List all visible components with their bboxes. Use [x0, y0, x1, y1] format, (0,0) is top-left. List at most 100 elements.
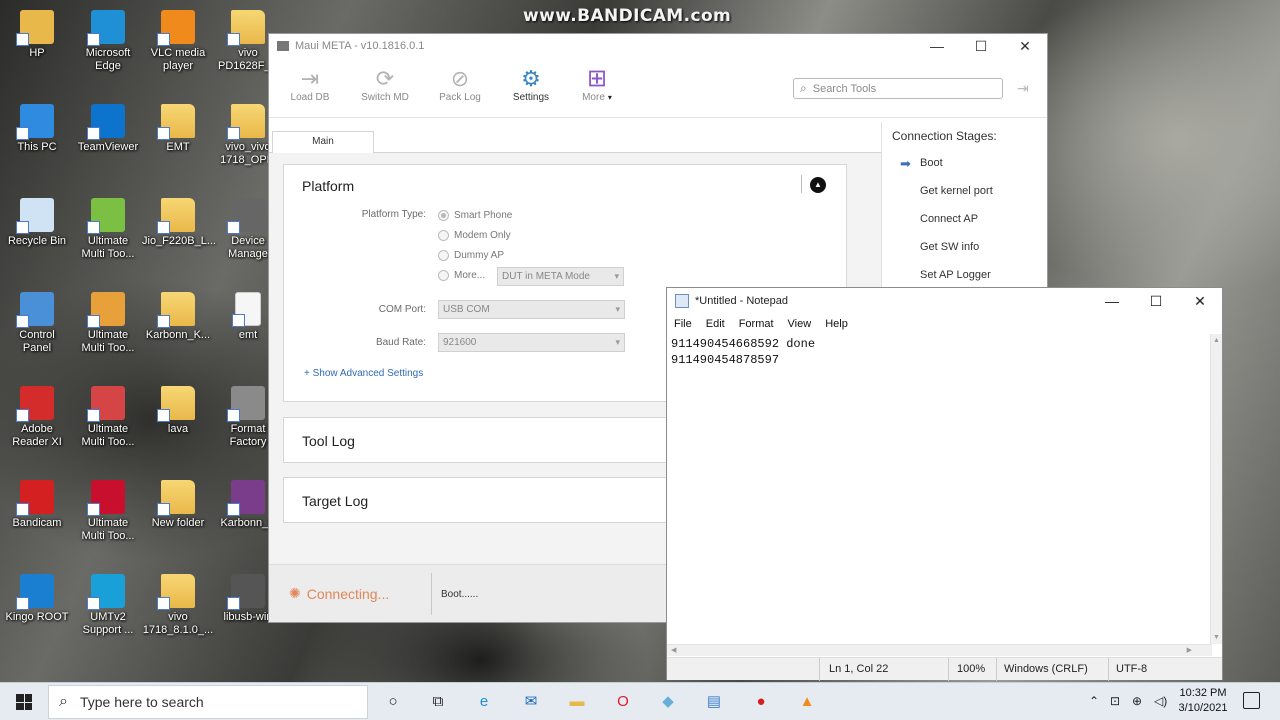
- maximize-icon[interactable]: ☐: [1134, 288, 1178, 314]
- bandicam-taskbar-icon[interactable]: ●: [751, 692, 771, 712]
- stage-item: Get SW info: [920, 241, 980, 253]
- desktop-icon-this-pc[interactable]: This PC: [1, 104, 73, 154]
- desktop-icon-label: New folder: [151, 517, 205, 529]
- notepad-statusbar: Ln 1, Col 22 100% Windows (CRLF) UTF-8: [667, 657, 1222, 681]
- desktop-icon-label: Ultimate Multi Too...: [81, 329, 135, 354]
- pack-log-button[interactable]: ⊘ Pack Log: [430, 66, 490, 103]
- network-icon[interactable]: ⊡: [1110, 694, 1120, 708]
- desktop-icon-ultimate-2[interactable]: Ultimate Multi Too...: [72, 292, 144, 355]
- show-advanced-settings-link[interactable]: + Show Advanced Settings: [304, 368, 423, 379]
- taskbar-search-box[interactable]: ⌕ Type here to search: [48, 685, 368, 719]
- notepad-taskbar-icon[interactable]: ▤: [704, 692, 724, 712]
- com-port-select[interactable]: USB COM: [438, 300, 625, 319]
- close-icon[interactable]: ✕: [1003, 34, 1047, 58]
- task-view-icon[interactable]: ⧉: [428, 692, 448, 712]
- desktop-icon-recycle-bin[interactable]: Recycle Bin: [1, 198, 73, 248]
- menu-view[interactable]: View: [788, 318, 812, 330]
- minimize-icon[interactable]: —: [915, 34, 959, 58]
- desktop-icon-umtv2[interactable]: UMTv2 Support ...: [72, 574, 144, 637]
- desktop-icon-hp[interactable]: HP: [1, 10, 73, 60]
- close-icon[interactable]: ✕: [1178, 288, 1222, 314]
- mail-icon[interactable]: ✉: [521, 692, 541, 712]
- show-hidden-icon[interactable]: ⌃: [1089, 694, 1099, 708]
- status-divider: [819, 658, 820, 681]
- desktop-icon-control-panel[interactable]: Control Panel: [1, 292, 73, 355]
- umt-icon: [87, 574, 125, 610]
- status-divider: [1108, 658, 1109, 681]
- desktop-icon-karbonn-1[interactable]: Karbonn_K...: [142, 292, 214, 342]
- stage-item: Connect AP: [920, 213, 979, 225]
- minimize-icon[interactable]: —: [1090, 288, 1134, 314]
- dropdown-arrow-icon: ▾: [607, 93, 612, 102]
- meta-toolbar: ⇥ Load DB ⟳ Switch MD ⊘ Pack Log ⚙ Settings ⊞ Mor…: [269, 58, 1047, 118]
- platform-heading: Platform: [302, 178, 355, 194]
- menu-file[interactable]: File: [674, 318, 692, 330]
- load-db-label: Load DB: [290, 92, 330, 103]
- scroll-left-icon[interactable]: ◀: [671, 646, 676, 654]
- load-db-button[interactable]: ⇥ Load DB: [280, 66, 340, 103]
- language-icon[interactable]: ⊕: [1132, 694, 1142, 708]
- cortana-icon[interactable]: ○: [383, 692, 403, 712]
- volume-icon[interactable]: ◁): [1154, 694, 1167, 708]
- clock-date: 3/10/2021: [1178, 702, 1228, 714]
- ultimate-tool-icon: [87, 292, 125, 328]
- clock[interactable]: 10:32 PM 3/10/2021: [1168, 686, 1238, 716]
- scroll-down-icon[interactable]: ▼: [1213, 634, 1220, 641]
- desktop-icon-ultimate-3[interactable]: Ultimate Multi Too...: [72, 386, 144, 449]
- meta-title: Maui META - v10.1816.0.1: [295, 40, 425, 52]
- menu-help[interactable]: Help: [825, 318, 848, 330]
- scroll-right-icon[interactable]: ▶: [1187, 646, 1192, 654]
- edge-taskbar-icon[interactable]: e: [474, 692, 494, 712]
- radio-smart-phone-label: Smart Phone: [454, 210, 513, 221]
- folder-icon: [157, 480, 195, 516]
- desktop-icon-bandicam[interactable]: Bandicam: [1, 480, 73, 530]
- notification-icon[interactable]: [1243, 692, 1260, 709]
- stage-item: Boot: [920, 157, 943, 169]
- desktop-icon-adobe[interactable]: Adobe Reader XI: [1, 386, 73, 449]
- desktop-icon-kingo[interactable]: Kingo ROOT: [1, 574, 73, 624]
- more-button[interactable]: ⊞ More ▾: [567, 66, 627, 104]
- search-tools-input[interactable]: ⌕ Search Tools: [793, 78, 1003, 99]
- vertical-scrollbar[interactable]: ▲ ▼: [1210, 334, 1222, 644]
- radio-modem-only[interactable]: Modem Only: [438, 230, 511, 241]
- desktop-icon-vlc[interactable]: VLC media player: [142, 10, 214, 73]
- connection-stages-title: Connection Stages:: [892, 129, 997, 143]
- meta-mode-select[interactable]: DUT in META Mode: [497, 267, 624, 286]
- radio-dummy-ap[interactable]: Dummy AP: [438, 250, 504, 261]
- desktop-icon-edge[interactable]: Microsoft Edge: [72, 10, 144, 73]
- desktop-icon-vivo-1718-8[interactable]: vivo 1718_8.1.0_...: [142, 574, 214, 637]
- notepad-text-area[interactable]: 911490454668592 done 911490454878597: [667, 334, 1212, 642]
- desktop-icon-emt[interactable]: EMT: [142, 104, 214, 154]
- horizontal-scrollbar[interactable]: ◀ ▶: [667, 644, 1212, 656]
- radio-smart-phone[interactable]: Smart Phone: [438, 210, 512, 221]
- desktop-icon-lava[interactable]: lava: [142, 386, 214, 436]
- desktop-icon-new-folder[interactable]: New folder: [142, 480, 214, 530]
- desktop-icon-ultimate-4[interactable]: Ultimate Multi Too...: [72, 480, 144, 543]
- desktop-icon-label: Karbonn_K...: [145, 329, 211, 341]
- format-factory-icon: [227, 386, 265, 422]
- menu-format[interactable]: Format: [739, 318, 774, 330]
- opera-icon[interactable]: O: [613, 692, 633, 712]
- folder-icon: [157, 198, 195, 234]
- settings-button[interactable]: ⚙ Settings: [501, 66, 561, 103]
- exit-icon[interactable]: ⇥: [1017, 80, 1029, 97]
- menu-edit[interactable]: Edit: [706, 318, 725, 330]
- scroll-up-icon[interactable]: ▲: [1213, 337, 1220, 344]
- maui-meta-taskbar-icon[interactable]: ◆: [658, 692, 678, 712]
- text-file-icon: [232, 292, 261, 327]
- vlc-taskbar-icon[interactable]: ▲: [797, 692, 817, 712]
- desktop-icon-jio[interactable]: Jio_F220B_L...: [142, 198, 216, 248]
- switch-md-button[interactable]: ⟳ Switch MD: [355, 66, 415, 103]
- radio-more[interactable]: More...: [438, 270, 485, 281]
- baud-rate-select[interactable]: 921600: [438, 333, 625, 352]
- desktop-icon-ultimate-1[interactable]: Ultimate Multi Too...: [72, 198, 144, 261]
- file-explorer-icon[interactable]: ▬: [567, 692, 587, 712]
- notepad-menubar: File Edit Format View Help: [667, 314, 1222, 334]
- baud-rate-label: Baud Rate:: [375, 337, 426, 348]
- collapse-icon[interactable]: ▲: [810, 177, 826, 193]
- folder-icon: [157, 574, 195, 610]
- windows-start-icon[interactable]: [16, 694, 32, 710]
- tab-main[interactable]: Main: [272, 131, 374, 154]
- maximize-icon[interactable]: ☐: [959, 34, 1003, 58]
- desktop-icon-teamviewer[interactable]: TeamViewer: [72, 104, 144, 154]
